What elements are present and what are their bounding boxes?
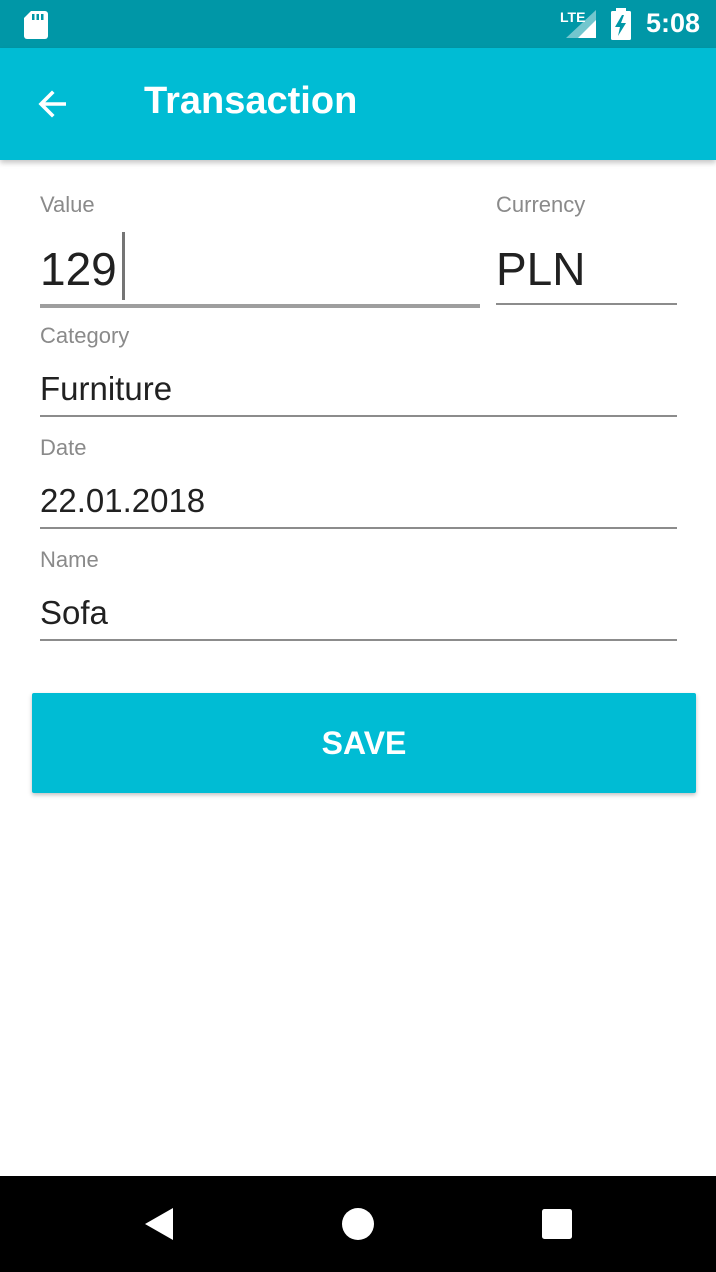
signal-icon	[566, 10, 596, 38]
date-text: 22.01.2018	[40, 482, 206, 519]
currency-text: PLN	[496, 243, 586, 295]
back-button[interactable]	[24, 76, 80, 132]
app-bar: Transaction	[0, 48, 716, 160]
save-button[interactable]: SAVE	[32, 693, 696, 793]
date-label: Date	[40, 435, 87, 460]
currency-label: Currency	[496, 192, 586, 217]
save-button-label: SAVE	[321, 725, 407, 761]
category-label: Category	[40, 323, 130, 348]
name-text: Sofa	[40, 594, 108, 631]
arrow-back-icon	[38, 90, 66, 118]
battery-charging-icon	[611, 8, 631, 40]
recents-square-icon[interactable]	[533, 1200, 581, 1248]
value-label: Value	[40, 192, 95, 217]
category-input[interactable]: Furniture	[40, 362, 677, 417]
home-circle-icon[interactable]	[334, 1200, 382, 1248]
status-time: 5:08	[646, 8, 701, 38]
currency-input[interactable]: PLN	[496, 230, 677, 305]
page-title: Transaction	[144, 80, 358, 122]
name-input[interactable]: Sofa	[40, 586, 677, 641]
value-input[interactable]: 129	[40, 230, 480, 308]
text-cursor	[122, 232, 125, 300]
status-bar: LTE 5:08	[0, 0, 716, 48]
category-text: Furniture	[40, 370, 173, 407]
value-text: 129	[40, 243, 117, 295]
name-label: Name	[40, 547, 99, 572]
back-triangle-icon[interactable]	[135, 1200, 183, 1248]
navigation-bar	[0, 1176, 716, 1272]
sd-card-icon	[24, 11, 48, 39]
date-input[interactable]: 22.01.2018	[40, 474, 677, 529]
